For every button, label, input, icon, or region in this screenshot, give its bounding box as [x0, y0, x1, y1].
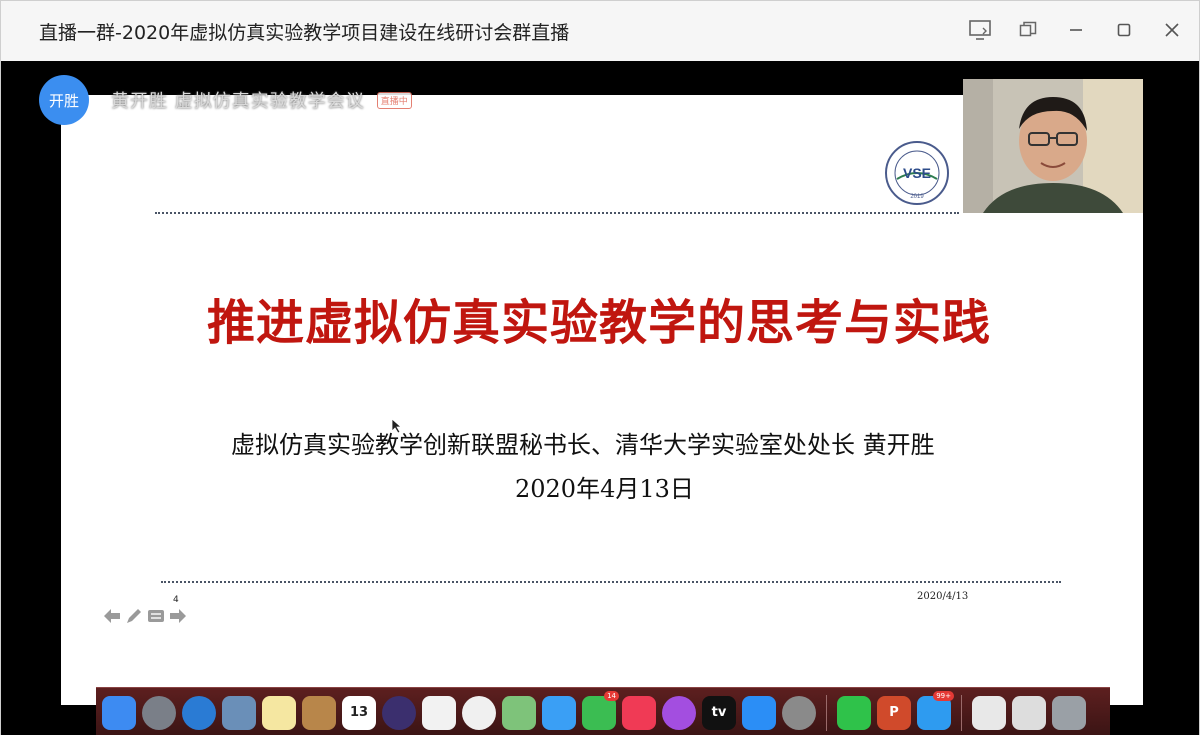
popout-icon[interactable]	[1015, 17, 1041, 43]
live-stream-view[interactable]: VSE 2019 推进虚拟仿真实验教学的思考与实践 虚拟仿真实验教学创新联盟秘书…	[1, 61, 1199, 735]
screen-icon[interactable]	[1012, 695, 1046, 730]
powerpoint-icon-label: P	[889, 705, 899, 720]
window-title: 直播一群-2020年虚拟仿真实验教学项目建设在线研讨会群直播	[39, 22, 570, 44]
maximize-icon[interactable]	[1111, 17, 1137, 43]
app-window: 直播一群-2020年虚拟仿真实验教学项目建设在线研讨会群直播 VSE 2019 …	[0, 0, 1200, 735]
mouse-cursor-icon	[391, 418, 403, 434]
podcasts-icon[interactable]	[662, 695, 696, 730]
slide-navigation	[103, 607, 187, 629]
notification-badge: 99+	[933, 690, 954, 701]
pen-icon[interactable]	[125, 607, 143, 629]
slide-top-divider	[155, 212, 959, 214]
powerpoint-icon[interactable]: P	[877, 695, 911, 730]
previous-arrow-icon[interactable]	[103, 608, 121, 628]
reminders-icon[interactable]	[422, 695, 456, 730]
macos-dock: 13 14 tv P 99+	[96, 687, 1110, 735]
notification-badge: 14	[604, 690, 619, 701]
speaker-bar: 开胜 黄开胜 虚拟仿真实验教学会议 直播中	[39, 75, 412, 125]
finder-icon[interactable]	[102, 695, 136, 730]
slide-bottom-divider	[161, 581, 1061, 583]
share-screen-icon[interactable]	[967, 17, 993, 43]
notes-icon[interactable]	[262, 695, 296, 730]
slide-date: 2020年4月13日	[515, 475, 694, 503]
slide-title: 推进虚拟仿真实验教学的思考与实践	[207, 295, 992, 351]
dock-separator	[961, 694, 962, 731]
mail-icon[interactable]	[222, 695, 256, 730]
contacts-icon[interactable]	[302, 695, 336, 730]
title-bar: 直播一群-2020年虚拟仿真实验教学项目建设在线研讨会群直播	[1, 1, 1199, 61]
messages-icon[interactable]	[542, 695, 576, 730]
appstore-icon[interactable]	[742, 695, 776, 730]
safari-icon[interactable]	[182, 695, 216, 730]
slide-footer-date: 2020/4/13	[917, 591, 969, 602]
minimize-icon[interactable]	[1063, 17, 1089, 43]
document-icon[interactable]	[972, 695, 1006, 730]
siri-icon[interactable]	[382, 695, 416, 730]
trash-icon[interactable]	[1052, 695, 1086, 730]
window-controls	[967, 17, 1185, 43]
slide-subtitle: 虚拟仿真实验教学创新联盟秘书长、清华大学实验室处处长 黄开胜	[231, 431, 935, 459]
avatar[interactable]: 开胜	[39, 75, 89, 125]
music-icon[interactable]	[622, 695, 656, 730]
facetime-icon[interactable]: 14	[582, 690, 619, 730]
next-arrow-icon[interactable]	[169, 608, 187, 628]
webcam-video[interactable]	[963, 79, 1143, 213]
launchpad-icon[interactable]	[142, 695, 176, 730]
system-preferences-icon[interactable]	[782, 695, 816, 730]
dock-separator	[826, 694, 827, 731]
calendar-icon[interactable]: 13	[342, 695, 376, 730]
appletv-icon[interactable]: tv	[702, 695, 736, 730]
dingtalk-icon[interactable]: 99+	[917, 690, 954, 730]
calendar-icon-label: 13	[349, 705, 369, 720]
speaker-name: 黄开胜 虚拟仿真实验教学会议	[111, 91, 365, 112]
close-icon[interactable]	[1159, 17, 1185, 43]
live-badge: 直播中	[376, 91, 412, 109]
wechat-icon[interactable]	[837, 695, 871, 730]
maps-icon[interactable]	[502, 695, 536, 730]
slide-page-number: 4	[173, 595, 179, 605]
vse-logo: VSE 2019	[885, 141, 949, 205]
menu-icon[interactable]	[147, 608, 165, 628]
svg-text:VSE: VSE	[903, 165, 931, 181]
svg-text:2019: 2019	[910, 194, 924, 200]
appletv-icon-label: tv	[711, 705, 727, 720]
photos-icon[interactable]	[462, 695, 496, 730]
